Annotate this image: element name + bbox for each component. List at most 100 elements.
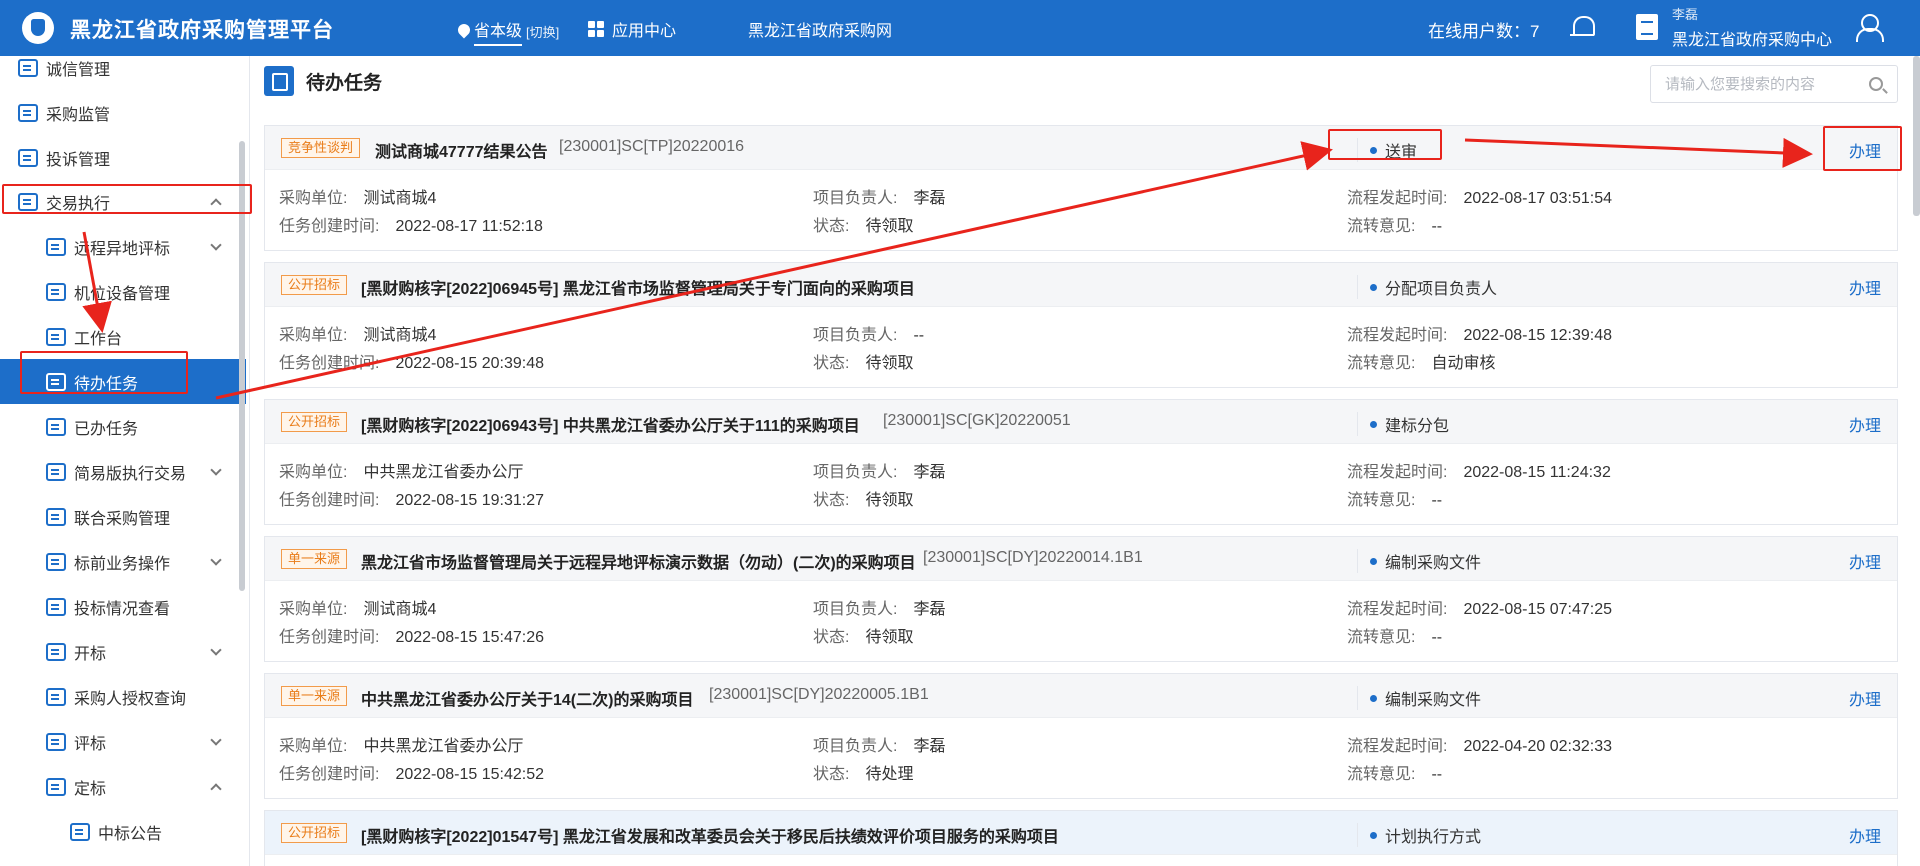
created-time-field: 任务创建时间: 2022-08-17 11:52:18	[279, 218, 543, 235]
todo-page-icon	[264, 66, 294, 96]
user-icon[interactable]	[1856, 14, 1884, 42]
search-input[interactable]	[1651, 66, 1851, 102]
purchaser-field: 采购单位: 测试商城4	[279, 327, 437, 344]
purchaser-field: 采购单位: 中共黑龙江省委办公厅	[279, 738, 524, 755]
task-card: 竞争性谈判 测试商城47777结果公告 [230001]SC[TP]202200…	[264, 125, 1898, 251]
search-auth-icon	[46, 687, 66, 706]
handle-button[interactable]: 办理	[1849, 686, 1881, 710]
org-name[interactable]: 黑龙江省政府采购中心	[1672, 26, 1832, 50]
task-card-header: 公开招标 [黑财购核字[2022]06943号] 中共黑龙江省委办公厅关于111…	[265, 400, 1897, 444]
procurement-type-tag: 单一来源	[281, 686, 348, 706]
app-title: 黑龙江省政府采购管理平台	[70, 19, 334, 42]
sidebar-item-auth-query[interactable]: 采购人授权查询	[0, 674, 246, 719]
location-pin-icon	[458, 24, 470, 40]
task-title[interactable]: 测试商城47777结果公告	[375, 138, 548, 162]
procurement-type-tag: 竞争性谈判	[281, 138, 361, 158]
simple-icon	[46, 462, 66, 481]
region-switch-link[interactable]: [切换]	[526, 22, 559, 41]
handle-button[interactable]: 办理	[1849, 412, 1881, 436]
purchaser-field: 采购单位: 中共黑龙江省委办公厅	[279, 464, 524, 481]
notice-icon	[70, 822, 90, 841]
sidebar-item-device-mgmt[interactable]: 机位设备管理	[0, 269, 246, 314]
task-card-header: 单一来源 黑龙江省市场监督管理局关于远程异地评标演示数据（勿动）(二次)的采购项…	[265, 537, 1897, 581]
stage-dot-icon	[1370, 146, 1377, 154]
sidebar-scrollbar[interactable]	[239, 141, 245, 591]
sidebar-item-transaction[interactable]: 交易执行	[0, 179, 246, 224]
building-icon	[46, 327, 66, 346]
sidebar-item-bid-opening[interactable]: 开标	[0, 629, 246, 674]
bell-icon[interactable]	[1570, 14, 1595, 40]
grid-icon	[588, 21, 604, 37]
task-stage: 送审	[1357, 138, 1417, 162]
region-selector[interactable]: 省本级 [切换]	[458, 17, 559, 46]
procurement-type-tag: 公开招标	[281, 275, 348, 295]
done-icon	[46, 417, 66, 436]
star-icon	[46, 732, 66, 751]
handle-button[interactable]: 办理	[1849, 275, 1881, 299]
task-card: 单一来源 黑龙江省市场监督管理局关于远程异地评标演示数据（勿动）(二次)的采购项…	[264, 536, 1898, 662]
app-center-label: 应用中心	[612, 23, 677, 40]
manager-field: 项目负责人: 李磊	[813, 464, 946, 481]
logo-icon	[22, 12, 54, 44]
sidebar-item-award[interactable]: 定标	[0, 764, 246, 809]
status-field: 状态: 待领取	[813, 355, 914, 372]
stage-dot-icon	[1370, 283, 1377, 291]
created-time-field: 任务创建时间: 2022-08-15 15:47:26	[279, 629, 545, 646]
sidebar-item-done[interactable]: 已办任务	[0, 404, 246, 449]
purchaser-field: 采购单位: 测试商城4	[279, 190, 437, 207]
task-code: [230001]SC[DY]20220014.1B1	[923, 549, 1143, 566]
task-title[interactable]: [黑财购核字[2022]01547号] 黑龙江省发展和改革委员会关于移民后扶绩效…	[361, 823, 1059, 847]
task-code: [230001]SC[GK]20220051	[883, 412, 1071, 429]
flow-time-field: 流程发起时间: 2022-08-17 03:51:54	[1347, 190, 1613, 207]
created-time-field: 任务创建时间: 2022-08-15 15:42:52	[279, 766, 545, 783]
stage-dot-icon	[1370, 694, 1377, 702]
task-title[interactable]: [黑财购核字[2022]06943号] 中共黑龙江省委办公厅关于111的采购项目	[361, 412, 860, 436]
sidebar-item-workbench[interactable]: 工作台	[0, 314, 246, 359]
sidebar-item-complaints[interactable]: 投诉管理	[0, 135, 246, 180]
procurement-type-tag: 单一来源	[281, 549, 348, 569]
sidebar-item-remote-eval[interactable]: 远程异地评标	[0, 224, 246, 269]
task-title[interactable]: 黑龙江省市场监督管理局关于远程异地评标演示数据（勿动）(二次)的采购项目	[361, 549, 916, 573]
cart-icon	[46, 552, 66, 571]
sidebar-item-evaluation[interactable]: 评标	[0, 719, 246, 764]
chevron-down-icon	[210, 644, 222, 656]
sidebar-item-simple-exec[interactable]: 简易版执行交易	[0, 449, 246, 494]
status-field: 状态: 待领取	[813, 218, 914, 235]
chevron-up-icon	[210, 783, 222, 795]
main-scrollbar[interactable]	[1913, 56, 1920, 216]
task-card: 单一来源 中共黑龙江省委办公厅关于14(二次)的采购项目 [230001]SC[…	[264, 673, 1898, 799]
task-card: 公开招标 [黑财购核字[2022]01547号] 黑龙江省发展和改革委员会关于移…	[264, 810, 1898, 866]
sidebar-item-pre-bid[interactable]: 标前业务操作	[0, 539, 246, 584]
handle-button[interactable]: 办理	[1849, 549, 1881, 573]
chevron-down-icon	[210, 734, 222, 746]
sidebar-item-credit[interactable]: 诚信管理	[0, 56, 246, 90]
opinion-field: 流转意见: --	[1347, 218, 1443, 235]
todo-icon	[46, 372, 66, 391]
search-box[interactable]	[1650, 65, 1898, 103]
handle-button[interactable]: 办理	[1849, 823, 1881, 847]
created-time-field: 任务创建时间: 2022-08-15 19:31:27	[279, 492, 545, 509]
main-content: 待办任务 竞争性谈判 测试商城47777结果公告 [230001]SC[TP]2…	[250, 56, 1920, 866]
opinion-field: 流转意见: --	[1347, 492, 1443, 509]
region-name: 省本级	[474, 17, 523, 46]
manager-field: 项目负责人: 李磊	[813, 190, 946, 207]
task-card-header: 公开招标 [黑财购核字[2022]06945号] 黑龙江省市场监督管理局关于专门…	[265, 263, 1897, 307]
page-header: 待办任务	[264, 66, 382, 96]
complaint-icon	[18, 148, 38, 167]
document-icon[interactable]	[1636, 14, 1658, 40]
search-icon[interactable]	[1869, 77, 1883, 91]
sidebar-item-joint-purchase[interactable]: 联合采购管理	[0, 494, 246, 539]
stage-dot-icon	[1370, 420, 1377, 428]
task-title[interactable]: [黑财购核字[2022]06945号] 黑龙江省市场监督管理局关于专门面向的采购…	[361, 275, 915, 299]
portal-link[interactable]: 黑龙江省政府采购网	[748, 17, 892, 41]
sidebar-item-bid-status[interactable]: 投标情况查看	[0, 584, 246, 629]
sidebar-item-todo[interactable]: 待办任务	[0, 359, 246, 404]
app-center-link[interactable]: 应用中心	[588, 17, 676, 41]
handle-button[interactable]: 办理	[1849, 138, 1881, 162]
task-title[interactable]: 中共黑龙江省委办公厅关于14(二次)的采购项目	[361, 686, 693, 710]
task-card-header: 单一来源 中共黑龙江省委办公厅关于14(二次)的采购项目 [230001]SC[…	[265, 674, 1897, 718]
status-field: 状态: 待处理	[813, 766, 914, 783]
sidebar-item-supervision[interactable]: 采购监管	[0, 90, 246, 135]
sidebar-item-award-notice[interactable]: 中标公告	[0, 809, 246, 854]
status-field: 状态: 待领取	[813, 492, 914, 509]
